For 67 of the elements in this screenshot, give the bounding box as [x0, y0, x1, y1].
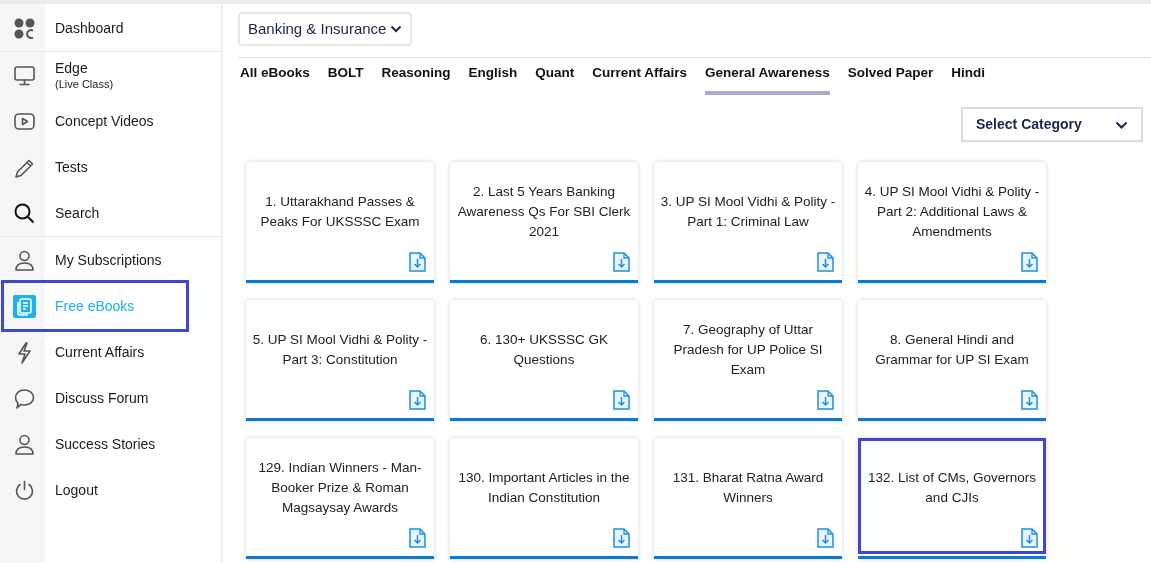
- speech-bubble-icon: [13, 386, 36, 410]
- download-file-icon[interactable]: [817, 528, 834, 549]
- download-file-icon[interactable]: [613, 390, 630, 411]
- sidebar-item[interactable]: Edge (Live Class): [4, 52, 186, 98]
- sidebar-item[interactable]: Logout: [4, 467, 186, 513]
- ebook-card[interactable]: 8. General Hindi and Grammar for UP SI Exam: [858, 300, 1046, 422]
- sidebar-item[interactable]: Discuss Forum: [4, 375, 186, 421]
- download-file-icon[interactable]: [409, 528, 426, 549]
- ebook-title: 6. 130+ UKSSSC GK Questions: [479, 331, 609, 370]
- download-file-icon[interactable]: [613, 252, 630, 273]
- sidebar-item[interactable]: Dashboard: [4, 5, 186, 51]
- ebook-card[interactable]: 2. Last 5 Years Banking Awareness Qs For SBI Clerk 2021: [450, 162, 638, 284]
- sidebar-item[interactable]: Tests: [4, 144, 186, 190]
- power-icon: [13, 478, 36, 502]
- tab[interactable]: Hindi: [951, 63, 985, 96]
- tab[interactable]: Solved Paper: [847, 63, 934, 96]
- ebook-title: 8. General Hindi and Grammar for UP SI Exam: [874, 331, 1030, 370]
- download-file-icon[interactable]: [1021, 252, 1038, 273]
- tab[interactable]: Reasoning: [381, 63, 451, 96]
- ebook-card[interactable]: 132. List of CMs, Governors and CJIs: [858, 438, 1046, 560]
- sidebar-item[interactable]: Search: [4, 190, 186, 236]
- download-file-icon[interactable]: [613, 528, 630, 549]
- download-file-icon[interactable]: [1021, 528, 1038, 549]
- ebook-title: 130. Important Articles in the Indian Constitution: [457, 469, 631, 508]
- ebook-title: 7. Geography of Uttar Pradesh for UP Police SI Exam: [672, 321, 824, 380]
- search-icon: [13, 201, 36, 225]
- ebook-card[interactable]: 129. Indian Winners - Man-Booker Prize & Roman Magsaysay Awards: [246, 438, 434, 560]
- download-file-icon[interactable]: [817, 252, 834, 273]
- ebook-card[interactable]: 130. Important Articles in the Indian Constitution: [450, 438, 638, 560]
- tab[interactable]: English: [468, 63, 518, 96]
- person-icon: [13, 432, 36, 456]
- sidebar-item[interactable]: Concept Videos: [4, 98, 186, 144]
- ebook-icon: [13, 294, 36, 318]
- category-select[interactable]: Select Category: [961, 107, 1143, 143]
- ebook-title: 1. Uttarakhand Passes & Peaks For UKSSSC Exam: [259, 193, 421, 232]
- ebook-title: 3. UP SI Mool Vidhi & Polity - Part 1: Criminal Law: [659, 193, 837, 232]
- ebook-card[interactable]: 4. UP SI Mool Vidhi & Polity - Part 2: Additional Laws & Amendments: [858, 162, 1046, 284]
- sidebar-item[interactable]: My Subscriptions: [4, 237, 186, 283]
- ebook-card[interactable]: 131. Bharat Ratna Award Winners: [654, 438, 842, 560]
- tab[interactable]: Current Affairs: [592, 63, 688, 96]
- download-file-icon[interactable]: [1021, 390, 1038, 411]
- sidebar-item[interactable]: Success Stories: [4, 421, 186, 467]
- chevron-down-icon: [390, 25, 403, 33]
- monitor-icon: [13, 63, 36, 87]
- ebook-title: 2. Last 5 Years Banking Awareness Qs For SBI Clerk 2021: [456, 183, 632, 242]
- person-icon: [13, 248, 36, 272]
- ebook-title: 129. Indian Winners - Man-Booker Prize & Roman Magsaysay Awards: [257, 459, 423, 518]
- ebook-card[interactable]: 3. UP SI Mool Vidhi & Polity - Part 1: Criminal Law: [654, 162, 842, 284]
- tab[interactable]: BOLT: [327, 63, 364, 96]
- ebook-title: 131. Bharat Ratna Award Winners: [671, 469, 825, 508]
- ebook-card[interactable]: 5. UP SI Mool Vidhi & Polity - Part 3: Constitution: [246, 300, 434, 422]
- tab[interactable]: Quant: [535, 63, 575, 96]
- ebook-title: 132. List of CMs, Governors and CJIs: [866, 469, 1038, 508]
- download-file-icon[interactable]: [817, 390, 834, 411]
- download-file-icon[interactable]: [409, 390, 426, 411]
- sidebar-item[interactable]: Current Affairs: [4, 329, 186, 375]
- ebook-card[interactable]: 6. 130+ UKSSSC GK Questions: [450, 300, 638, 422]
- ebook-card[interactable]: 1. Uttarakhand Passes & Peaks For UKSSSC Exam: [246, 162, 434, 284]
- chevron-down-icon: [1115, 120, 1128, 129]
- tab[interactable]: All eBooks: [240, 63, 310, 96]
- ebook-title: 4. UP SI Mool Vidhi & Polity - Part 2: Additional Laws & Amendments: [863, 183, 1041, 242]
- download-file-icon[interactable]: [409, 252, 426, 273]
- app-grid-icon: [13, 16, 36, 40]
- ebook-card[interactable]: 7. Geography of Uttar Pradesh for UP Police SI Exam: [654, 300, 842, 422]
- exam-dropdown[interactable]: Banking & Insurance: [238, 12, 413, 46]
- ebook-title: 5. UP SI Mool Vidhi & Polity - Part 3: Constitution: [251, 331, 429, 370]
- tab[interactable]: General Awareness: [705, 63, 830, 96]
